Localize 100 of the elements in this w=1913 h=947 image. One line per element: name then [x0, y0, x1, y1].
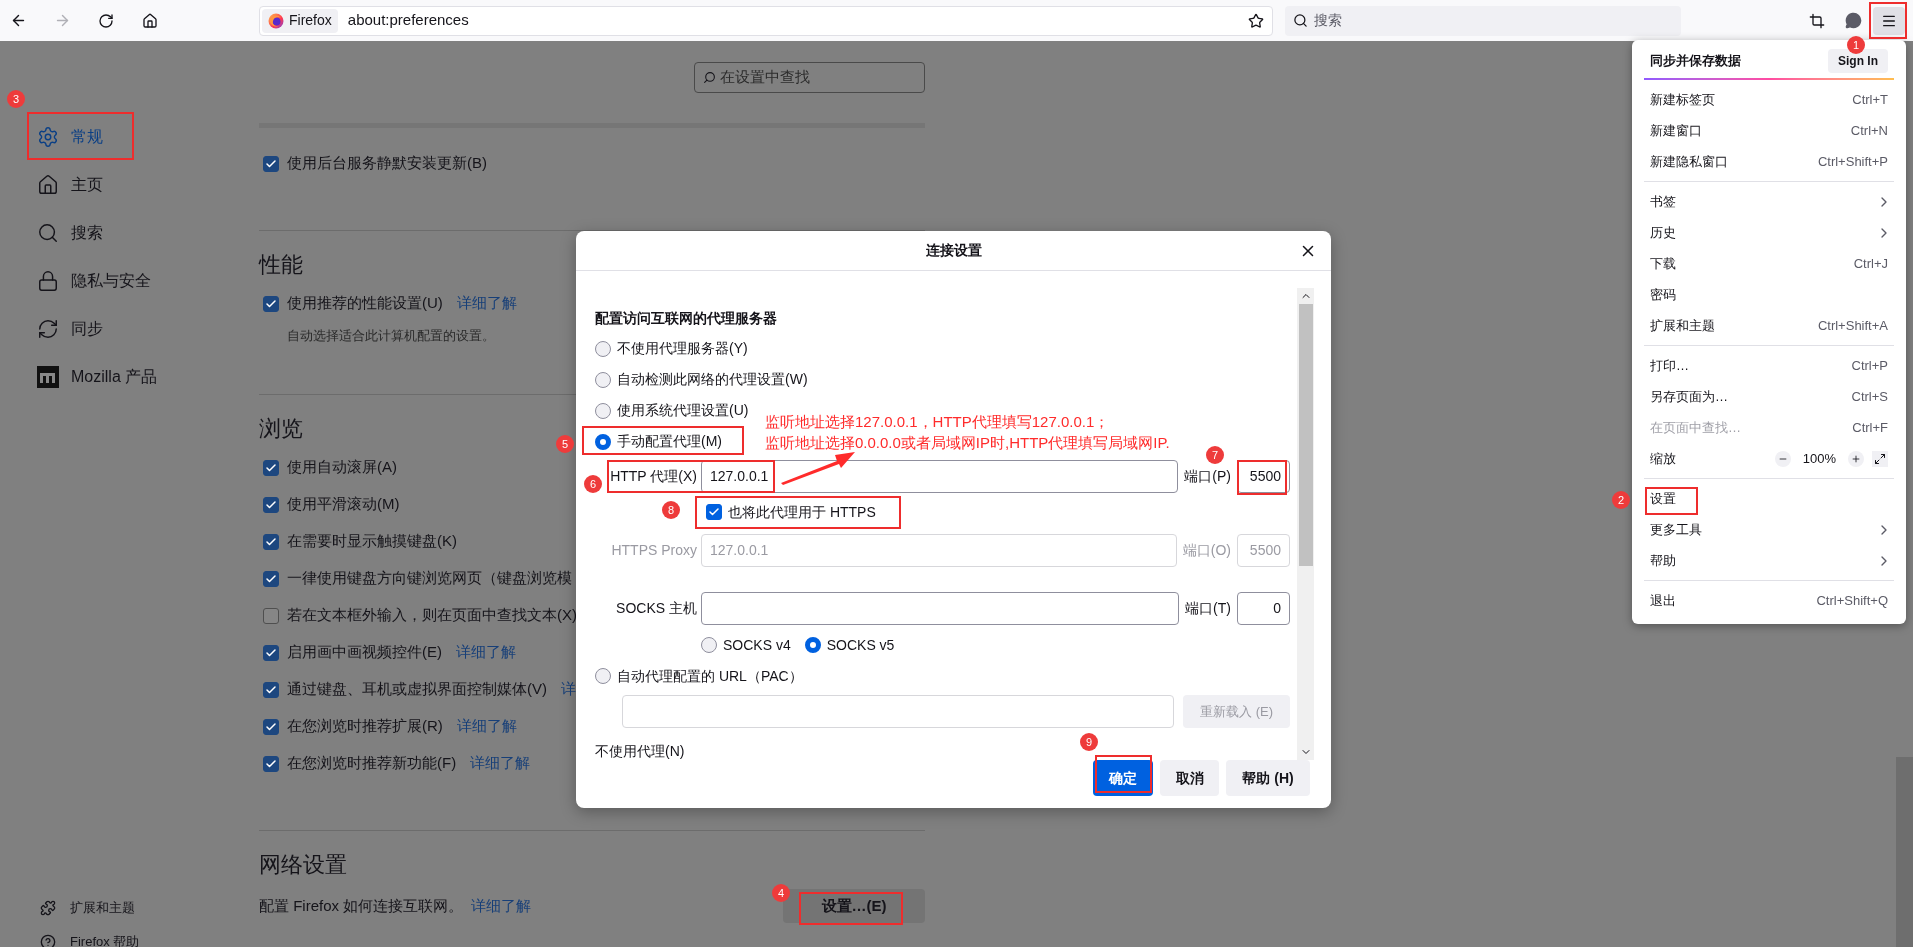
checkbox[interactable]	[263, 459, 279, 476]
search-field[interactable]: 搜索	[1285, 5, 1681, 36]
field-label: HTTP 代理(X)	[609, 467, 698, 486]
checkbox[interactable]	[263, 295, 279, 312]
setting-description: 自动选择适合此计算机配置的设置。	[286, 327, 496, 346]
checkbox-label: 在您浏览时推荐扩展(R)	[287, 716, 443, 737]
port-field[interactable]: 0	[1237, 592, 1290, 625]
zoom-out-button[interactable]	[1774, 450, 1791, 467]
menu-item[interactable]: 缩放	[1650, 448, 1676, 469]
menu-item[interactable]: 新建隐私窗口 Ctrl+Shift+P	[1632, 146, 1906, 177]
checkmark-icon	[708, 506, 720, 518]
settings-search-field[interactable]: 在设置中查找	[694, 62, 925, 93]
fullscreen-button[interactable]	[1872, 450, 1888, 467]
radio-label: 手动配置代理(M)	[617, 432, 722, 451]
checkbox-label: 使用自动滚屏(A)	[287, 457, 397, 478]
menu-item[interactable]: 打印… Ctrl+P	[1632, 350, 1906, 381]
highlight-frame	[1237, 460, 1287, 495]
search-icon	[37, 222, 59, 244]
radio-button[interactable]	[595, 402, 611, 419]
help-icon	[40, 934, 56, 947]
section-heading: 性能	[259, 250, 303, 279]
address-bar[interactable]: Firefox about:preferences	[259, 5, 1273, 36]
no-proxy-label: 不使用代理(N)	[595, 743, 686, 759]
radio-button[interactable]	[595, 668, 611, 684]
checkbox[interactable]	[263, 496, 279, 513]
url-text: about:preferences	[347, 10, 470, 31]
firefox-logo-icon	[268, 12, 284, 29]
checkbox[interactable]	[263, 718, 279, 735]
search-placeholder: 在设置中查找	[720, 67, 810, 88]
menu-item[interactable]: 另存页面为… Ctrl+S	[1632, 381, 1906, 412]
radio-label: 使用系统代理设置(U)	[617, 401, 749, 420]
checkmark-icon	[265, 461, 277, 474]
menu-item[interactable]: 下载 Ctrl+J	[1632, 248, 1906, 279]
radio-button[interactable]	[595, 371, 611, 388]
checkbox[interactable]	[706, 504, 722, 520]
checkmark-icon	[265, 720, 277, 733]
star-icon[interactable]	[1248, 12, 1264, 29]
checkbox[interactable]	[263, 570, 279, 587]
menu-item[interactable]: 更多工具	[1632, 514, 1906, 545]
checkbox[interactable]	[263, 644, 279, 661]
highlight-frame	[1869, 2, 1907, 39]
checkbox-label: 在您浏览时推荐新功能(F)	[287, 753, 457, 774]
menu-item[interactable]: 新建窗口 Ctrl+N	[1632, 115, 1906, 146]
menu-item[interactable]: 扩展和主题 Ctrl+Shift+A	[1632, 310, 1906, 341]
network-settings-button[interactable]: 设置…(E)	[783, 889, 925, 923]
sidebar-item[interactable]: Mozilla 产品	[0, 353, 259, 401]
speech-bubble-icon	[1844, 12, 1862, 29]
menu-item[interactable]: 退出 Ctrl+Shift+Q	[1632, 585, 1906, 616]
scrollbar[interactable]	[1297, 288, 1314, 760]
padlock-icon	[37, 270, 59, 292]
menu-item[interactable]: 帮助	[1632, 545, 1906, 576]
search-placeholder: 搜索	[1314, 11, 1342, 30]
port-label: 端口(P)	[1183, 467, 1232, 486]
radio-label: 不使用代理服务器(Y)	[617, 339, 748, 358]
sign-in-button[interactable]: Sign In	[1828, 48, 1888, 73]
reload-icon	[98, 12, 114, 29]
menu-item[interactable]: 设置	[1632, 483, 1906, 514]
checkbox[interactable]	[263, 533, 279, 550]
checkbox[interactable]	[263, 607, 279, 624]
radio-label: SOCKS v4	[723, 635, 791, 655]
radio-button[interactable]	[804, 637, 821, 653]
radio-button[interactable]	[595, 433, 611, 450]
menu-item[interactable]: 新建标签页 Ctrl+T	[1632, 84, 1906, 115]
menu-item[interactable]: 密码	[1632, 279, 1906, 310]
menu-item[interactable]: 书签	[1632, 186, 1906, 217]
scrollbar-thumb[interactable]	[1298, 304, 1313, 566]
dialog-button[interactable]: 帮助 (H)	[1226, 760, 1310, 796]
gear-icon	[37, 126, 59, 148]
sidebar-item[interactable]: 主页	[0, 161, 259, 209]
sidebar-item[interactable]: 同步	[0, 305, 259, 353]
expand-icon	[1874, 452, 1886, 465]
checkmark-icon	[265, 535, 277, 548]
checkbox-label: 使用推荐的性能设置(U)	[287, 293, 443, 314]
identity-label: Firefox	[289, 11, 332, 30]
step-marker: 4	[772, 884, 790, 902]
checkbox[interactable]	[263, 755, 279, 772]
puzzle-icon	[40, 900, 56, 916]
dialog-button[interactable]: 取消	[1160, 760, 1219, 796]
menu-item[interactable]: 历史	[1632, 217, 1906, 248]
zoom-in-button[interactable]	[1848, 450, 1864, 467]
identity-chip[interactable]: Firefox	[262, 8, 338, 33]
search-icon	[703, 71, 716, 84]
sidebar-item[interactable]: 隐私与安全	[0, 257, 259, 305]
checkbox-label: 也将此代理用于 HTTPS	[728, 502, 876, 522]
zoom-level[interactable]: 100%	[1798, 448, 1840, 469]
sidebar-footer-link[interactable]: 扩展和主题	[0, 891, 259, 925]
sidebar-item[interactable]: 搜索	[0, 209, 259, 257]
host-field[interactable]	[701, 592, 1180, 625]
radio-button[interactable]	[701, 637, 717, 653]
dialog-title: 连接设置	[925, 241, 982, 260]
menu-button[interactable]	[1873, 6, 1905, 35]
highlight-frame	[1645, 487, 1698, 515]
sidebar-footer-link[interactable]: Firefox 帮助	[0, 925, 259, 947]
checkbox[interactable]	[263, 681, 279, 698]
radio-button[interactable]	[595, 340, 611, 357]
checkbox[interactable]	[263, 155, 279, 172]
checkbox-label: 若在文本框外输入，则在页面中查找文本(X)	[287, 605, 577, 626]
highlight-frame	[1095, 755, 1152, 793]
field-label: HTTPS Proxy	[610, 541, 698, 560]
pac-url-field[interactable]	[622, 695, 1174, 728]
